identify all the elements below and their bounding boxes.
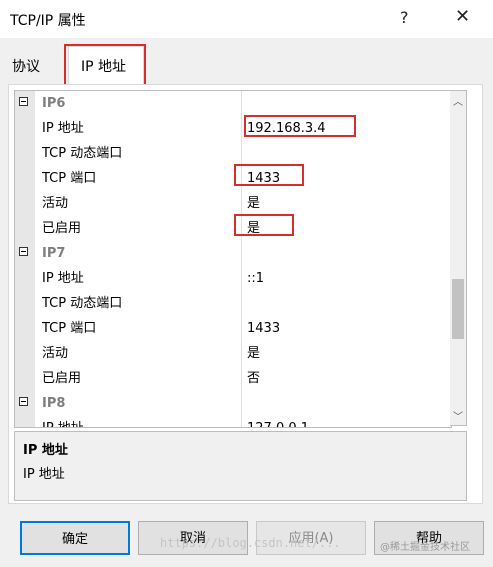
property-name: TCP 动态端口 [42, 146, 123, 161]
property-name: 活动 [42, 346, 69, 361]
ok-button[interactable]: 确定 [20, 521, 130, 555]
watermark-url: https://blog.csdn.net/... [160, 536, 341, 550]
property-row[interactable]: 已启用 否 [15, 366, 451, 391]
property-row[interactable]: IP 地址 192.168.3.4 [15, 116, 451, 141]
property-value[interactable]: ::1 [247, 266, 264, 291]
tab-protocol[interactable]: 协议 [12, 56, 40, 76]
property-row[interactable]: 活动 是 [15, 191, 451, 216]
category-label: IP8 [42, 396, 66, 411]
property-name: 已启用 [42, 371, 82, 386]
category-ip6[interactable]: IP6 [15, 91, 451, 116]
property-value[interactable]: 是 [247, 191, 260, 216]
property-row[interactable]: 活动 是 [15, 341, 451, 366]
scroll-down-icon[interactable]: ﹀ [453, 408, 463, 423]
category-label: IP7 [42, 246, 66, 261]
property-row[interactable]: 已启用 是 [15, 216, 451, 241]
highlight-tcp-port [234, 164, 304, 186]
property-name: 活动 [42, 196, 69, 211]
collapse-icon[interactable] [19, 97, 28, 106]
description-text: IP 地址 [23, 467, 65, 482]
property-value[interactable]: 127.0.0.1 [247, 416, 309, 427]
highlight-enabled [234, 214, 294, 236]
property-name: TCP 端口 [42, 171, 97, 186]
property-value[interactable]: 1433 [247, 316, 280, 341]
property-grid[interactable]: IP6 IP 地址 192.168.3.4 TCP 动态端口 TCP 端口 14… [14, 90, 452, 428]
vertical-scrollbar[interactable]: ︿ ﹀ [450, 90, 467, 426]
property-name: TCP 动态端口 [42, 296, 123, 311]
property-name: IP 地址 [42, 121, 84, 136]
property-value[interactable]: 否 [247, 366, 260, 391]
property-value[interactable]: 是 [247, 341, 260, 366]
title-bar: TCP/IP 属性 ? ✕ [0, 0, 493, 38]
watermark-site: @稀土掘金技术社区 [380, 542, 470, 553]
close-icon[interactable]: ✕ [455, 6, 470, 27]
property-row[interactable]: IP 地址 127.0.0.1 [15, 416, 451, 427]
highlight-ip-address [244, 115, 356, 137]
scroll-thumb[interactable] [452, 279, 464, 339]
property-row[interactable]: IP 地址 ::1 [15, 266, 451, 291]
scroll-up-icon[interactable]: ︿ [453, 93, 463, 108]
tab-protocol-label: 协议 [12, 59, 40, 75]
property-name: 已启用 [42, 221, 82, 236]
property-name: IP 地址 [42, 416, 84, 427]
property-row[interactable]: TCP 动态端口 [15, 291, 451, 316]
tab-highlight-box [64, 44, 146, 86]
property-row[interactable]: TCP 端口 1433 [15, 316, 451, 341]
category-label: IP6 [42, 96, 66, 111]
collapse-icon[interactable] [19, 397, 28, 406]
property-row[interactable]: TCP 动态端口 [15, 141, 451, 166]
help-icon[interactable]: ? [400, 8, 409, 27]
description-pane: IP 地址 IP 地址 [14, 431, 467, 501]
property-row[interactable]: TCP 端口 1433 [15, 166, 451, 191]
property-name: TCP 端口 [42, 321, 97, 336]
category-ip8[interactable]: IP8 [15, 391, 451, 416]
category-ip7[interactable]: IP7 [15, 241, 451, 266]
description-title: IP 地址 [23, 443, 68, 458]
window-title: TCP/IP 属性 [10, 13, 86, 29]
collapse-icon[interactable] [19, 247, 28, 256]
property-name: IP 地址 [42, 271, 84, 286]
